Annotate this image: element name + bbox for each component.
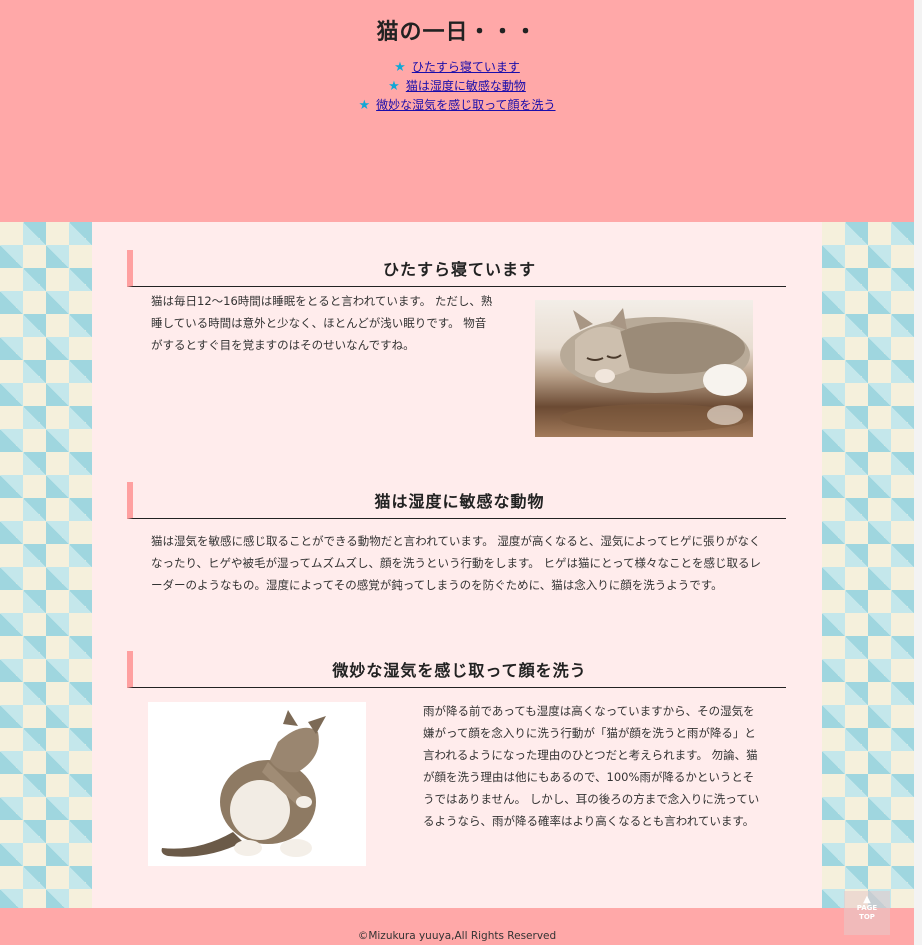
toc-item: ★ 猫は湿度に敏感な動物 — [0, 77, 914, 96]
site-title: 猫の一日・・・ — [376, 19, 538, 45]
section-heading-bar: 微妙な湿気を感じ取って顔を洗う — [127, 651, 786, 688]
up-arrow-icon: ▲ — [863, 894, 871, 905]
page-top-button[interactable]: ▲ PAGE TOP — [844, 891, 890, 935]
page-top-line1: PAGE — [856, 904, 878, 912]
section-heading: ひたすら寝ています — [382, 260, 536, 279]
washing-cat-image — [161, 710, 326, 857]
section-text: 猫は湿気を敏感に感じ取ることができる動物だと言われています。 湿度が高くなると、… — [151, 534, 762, 592]
star-icon: ★ — [388, 79, 400, 94]
washing-cat-photo — [148, 702, 366, 866]
toc-item: ★ ひたすら寝ています — [0, 58, 914, 77]
section-humidity: 猫は湿度に敏感な動物 猫は湿気を敏感に感じ取ることができる動物だと言われています… — [127, 482, 786, 592]
page-top-line2: TOP — [859, 913, 875, 921]
toc-link-sleeping[interactable]: ひたすら寝ています — [412, 60, 520, 74]
site-header: 猫の一日・・・ ★ ひたすら寝ています ★ 猫は湿度に敏感な動物 ★ 微妙な湿気を感じ… — [0, 0, 914, 222]
section-heading: 微妙な湿気を感じ取って顔を洗う — [332, 661, 587, 680]
site-footer: ©Mizukura yuuya,All Rights Reserved — [0, 908, 914, 945]
section-heading-bar: ひたすら寝ています — [127, 250, 786, 287]
scrollbar[interactable] — [914, 0, 922, 945]
section-face-washing: 微妙な湿気を感じ取って顔を洗う 雨が降る前であっても湿度は高くなっていますから、… — [127, 651, 786, 866]
toc-link-humidity[interactable]: 猫は湿度に敏感な動物 — [406, 79, 526, 93]
section-text: 雨が降る前であっても湿度は高くなっていますから、その湿気を嫌がって顔を念入りに洗… — [423, 704, 760, 828]
table-of-contents: ★ ひたすら寝ています ★ 猫は湿度に敏感な動物 ★ 微妙な湿気を感じ取って顔を洗う — [0, 58, 914, 115]
toc-item: ★ 微妙な湿気を感じ取って顔を洗う — [0, 96, 914, 115]
toc-link-face-washing[interactable]: 微妙な湿気を感じ取って顔を洗う — [376, 98, 555, 112]
diamond-pattern-left — [0, 222, 92, 908]
sleeping-cat-image — [560, 308, 750, 432]
diamond-pattern-right — [822, 222, 914, 908]
star-icon: ★ — [394, 60, 406, 75]
section-sleeping: ひたすら寝ています 猫は毎日12～16時間は睡眠をとると言われています。 ただし… — [127, 250, 786, 437]
main-content: ひたすら寝ています 猫は毎日12～16時間は睡眠をとると言われています。 ただし… — [92, 222, 822, 908]
sleeping-cat-photo — [535, 300, 753, 437]
star-icon: ★ — [358, 98, 371, 113]
section-text: 猫は毎日12～16時間は睡眠をとると言われています。 ただし、熟睡している時間は… — [151, 294, 493, 352]
copyright-text: ©Mizukura yuuya,All Rights Reserved — [357, 930, 557, 942]
